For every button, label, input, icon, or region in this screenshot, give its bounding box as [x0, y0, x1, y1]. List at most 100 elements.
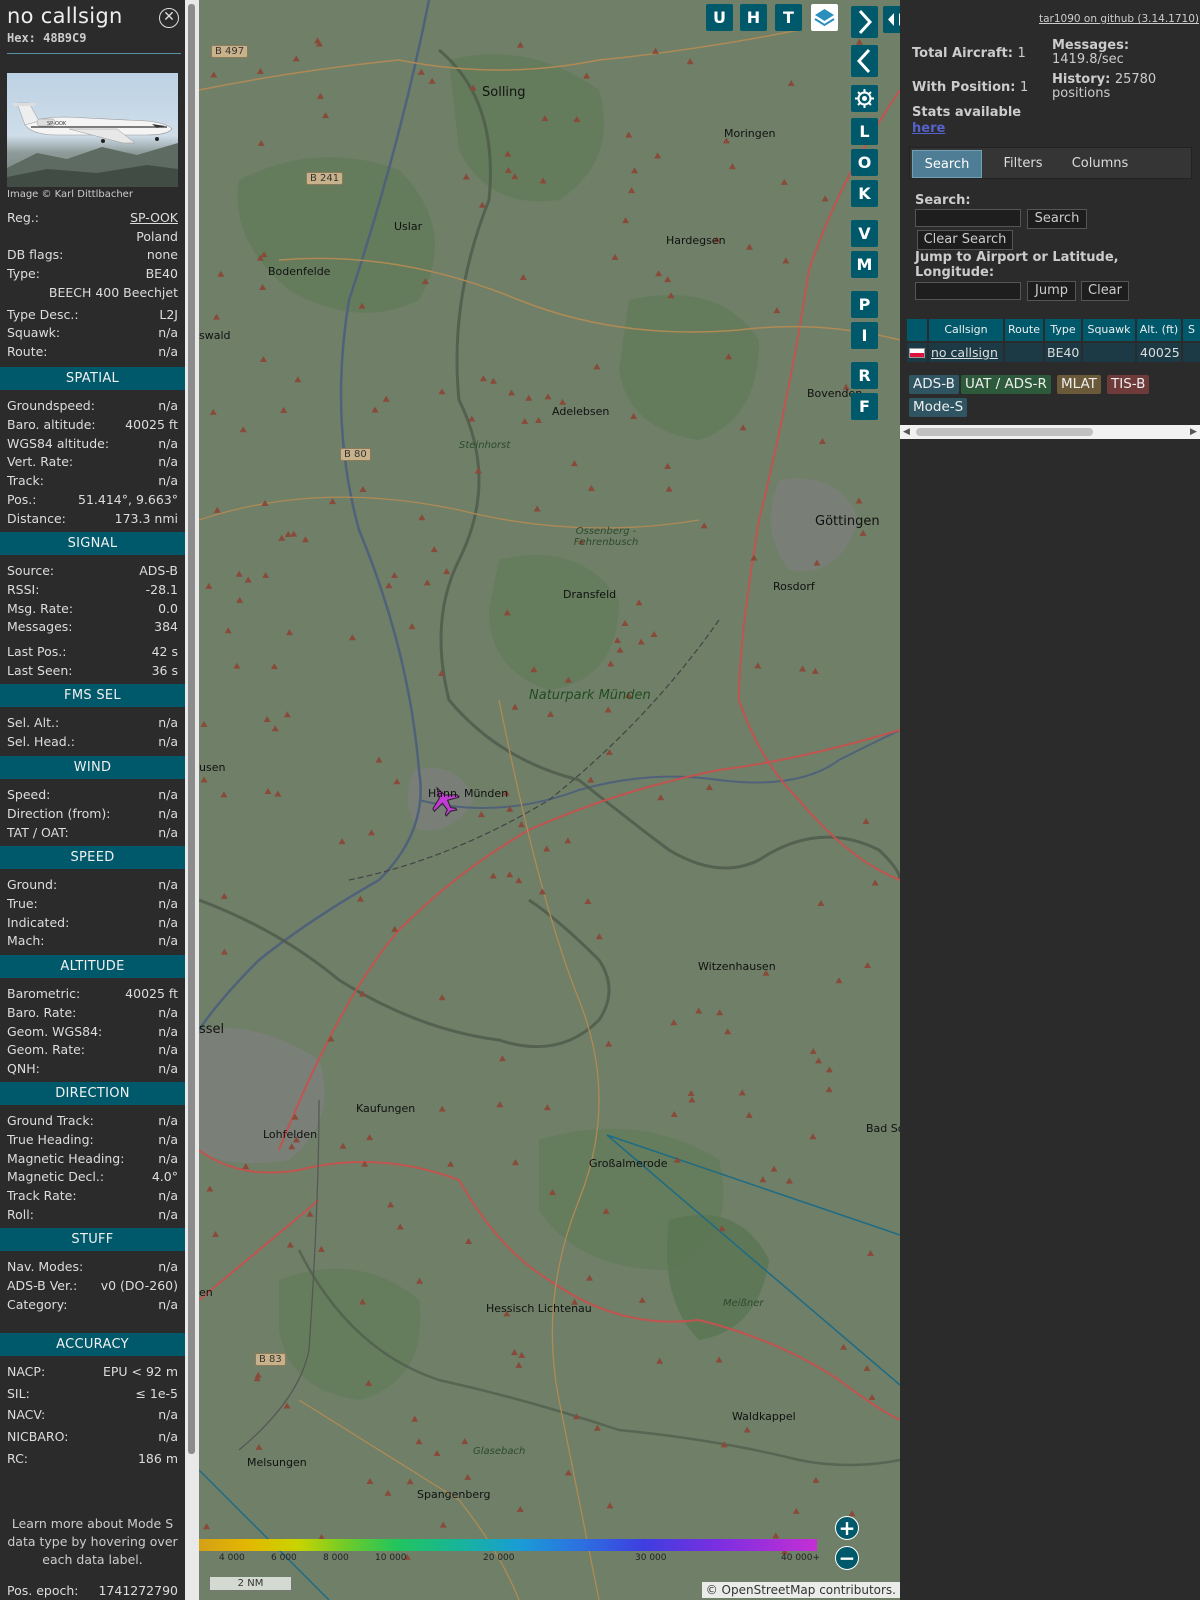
layers-icon[interactable]	[811, 4, 838, 31]
button-o[interactable]: O	[851, 149, 878, 176]
scrollbar-thumb[interactable]	[916, 428, 1093, 436]
table-header-callsign[interactable]: Callsign	[929, 319, 1003, 341]
info-label[interactable]: Type Desc.:	[7, 306, 79, 324]
info-label[interactable]: Type:	[7, 265, 40, 283]
info-label[interactable]: Ground Track:	[7, 1112, 94, 1130]
button-h[interactable]: H	[740, 4, 767, 31]
close-icon[interactable]: ✕	[159, 8, 179, 28]
table-header-squawk[interactable]: Squawk	[1083, 319, 1135, 341]
info-label[interactable]: NACP:	[7, 1363, 45, 1381]
button-i[interactable]: I	[851, 322, 878, 349]
info-label[interactable]: Track Rate:	[7, 1187, 77, 1205]
info-label[interactable]: NACV:	[7, 1406, 45, 1424]
jump-button[interactable]: Jump	[1027, 281, 1076, 301]
map-view[interactable]: Solling Uslar Moringen Bodenfelde Hardegsen A…	[199, 0, 900, 1600]
info-label[interactable]: Ground:	[7, 876, 57, 894]
source-badge[interactable]: Mode-S	[909, 398, 968, 417]
info-label[interactable]: Groundspeed:	[7, 397, 95, 415]
info-label[interactable]: Barometric:	[7, 985, 80, 1003]
scrollbar-thumb[interactable]	[188, 4, 195, 1454]
aircraft-photo[interactable]: SP-OOK	[7, 73, 178, 187]
info-label[interactable]: Vert. Rate:	[7, 453, 73, 471]
zoom-in-button[interactable]: +	[835, 1516, 859, 1540]
info-label[interactable]: Geom. Rate:	[7, 1041, 85, 1059]
info-label[interactable]: WGS84 altitude:	[7, 435, 109, 453]
left-panel-scrollbar[interactable]	[185, 0, 199, 1600]
search-button[interactable]: Search	[1027, 209, 1087, 229]
registration-link[interactable]: SP-OOK	[130, 209, 178, 227]
info-label[interactable]: Last Seen:	[7, 662, 72, 680]
table-header-route[interactable]: Route	[1005, 319, 1043, 341]
expand-horizontal-icon[interactable]	[883, 6, 900, 33]
info-label[interactable]: True Heading:	[7, 1131, 94, 1149]
button-r[interactable]: R	[851, 362, 878, 389]
info-label[interactable]: Roll:	[7, 1206, 34, 1224]
info-label[interactable]: TAT / OAT:	[7, 824, 69, 842]
search-input[interactable]	[915, 209, 1021, 227]
button-t[interactable]: T	[775, 4, 802, 31]
button-k[interactable]: K	[851, 180, 878, 207]
source-badge[interactable]: UAT / ADS-R	[961, 375, 1051, 394]
info-label[interactable]: True:	[7, 895, 38, 913]
table-cell-route[interactable]	[1005, 343, 1043, 362]
info-label[interactable]: SIL:	[7, 1385, 30, 1403]
info-label[interactable]: Messages:	[7, 618, 73, 636]
table-cell-squawk[interactable]	[1083, 343, 1135, 362]
table-cell-altitude[interactable]: 40025	[1137, 343, 1181, 362]
info-label[interactable]: Sel. Alt.:	[7, 714, 59, 732]
clear-jump-button[interactable]: Clear	[1081, 281, 1129, 301]
info-label[interactable]: Squawk:	[7, 324, 60, 342]
info-label[interactable]: Distance:	[7, 510, 66, 528]
table-header-type[interactable]: Type	[1045, 319, 1081, 341]
info-label[interactable]: DB flags:	[7, 246, 63, 264]
info-label[interactable]: Last Pos.:	[7, 643, 66, 661]
button-f[interactable]: F	[851, 393, 878, 420]
info-label[interactable]: Magnetic Decl.:	[7, 1168, 104, 1186]
source-badge[interactable]: MLAT	[1057, 375, 1101, 394]
info-label[interactable]: Mach:	[7, 932, 44, 950]
tab-search[interactable]: Search	[912, 150, 982, 178]
button-v[interactable]: V	[851, 220, 878, 247]
info-label[interactable]: Reg.:	[7, 209, 39, 227]
info-label[interactable]: Source:	[7, 562, 54, 580]
table-cell-speed[interactable]	[1183, 343, 1200, 362]
source-badge[interactable]: ADS-B	[909, 375, 959, 394]
info-label[interactable]: Nav. Modes:	[7, 1258, 83, 1276]
table-row-flag[interactable]	[907, 343, 927, 362]
info-label[interactable]: Baro. altitude:	[7, 416, 96, 434]
table-cell-type[interactable]: BE40	[1045, 343, 1081, 362]
info-label[interactable]: Sel. Head.:	[7, 733, 75, 751]
table-header-altitude[interactable]: Alt. (ft)	[1137, 319, 1181, 341]
info-label[interactable]: ADS-B Ver.:	[7, 1277, 77, 1295]
scroll-left-icon[interactable]: ◀	[903, 427, 910, 437]
zoom-out-button[interactable]: −	[835, 1546, 859, 1570]
table-cell-callsign[interactable]: no callsign	[929, 343, 1003, 362]
info-label[interactable]: Indicated:	[7, 914, 69, 932]
info-label[interactable]: QNH:	[7, 1060, 40, 1078]
jump-input[interactable]	[915, 282, 1021, 300]
tab-columns[interactable]: Columns	[1060, 150, 1140, 178]
chevron-right-icon[interactable]	[851, 6, 878, 38]
clear-search-button[interactable]: Clear Search	[917, 230, 1013, 250]
info-label[interactable]: Direction (from):	[7, 805, 111, 823]
source-badge[interactable]: TIS-B	[1107, 375, 1150, 394]
info-label[interactable]: Magnetic Heading:	[7, 1150, 124, 1168]
tab-filters[interactable]: Filters	[988, 150, 1058, 178]
button-l[interactable]: L	[851, 118, 878, 145]
info-label[interactable]: Pos.:	[7, 491, 36, 509]
table-header-speed[interactable]: S	[1183, 319, 1200, 341]
info-label[interactable]: Track:	[7, 472, 44, 490]
button-p[interactable]: P	[851, 291, 878, 318]
info-label[interactable]: Baro. Rate:	[7, 1004, 76, 1022]
info-label[interactable]: RC:	[7, 1450, 28, 1468]
info-label[interactable]: NICBARO:	[7, 1428, 68, 1446]
gear-icon[interactable]	[851, 85, 878, 112]
info-label[interactable]: Geom. WGS84:	[7, 1023, 102, 1041]
button-m[interactable]: M	[851, 251, 878, 278]
button-u[interactable]: U	[706, 4, 733, 31]
info-label[interactable]: Category:	[7, 1296, 67, 1314]
info-label[interactable]: Route:	[7, 343, 48, 361]
chevron-left-icon[interactable]	[851, 45, 878, 77]
info-label[interactable]: Msg. Rate:	[7, 600, 73, 618]
stats-here-link[interactable]: here	[912, 121, 945, 136]
